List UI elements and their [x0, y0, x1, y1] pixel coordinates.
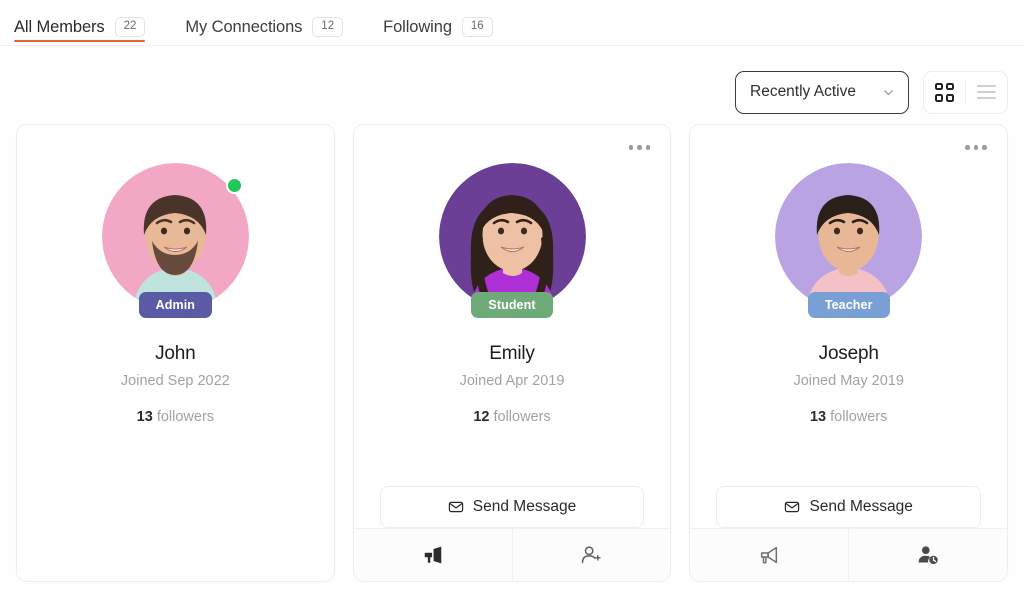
send-message-button[interactable]: Send Message: [379, 486, 645, 528]
followers-count: 13: [136, 409, 153, 426]
card-more-options-button[interactable]: [625, 141, 655, 154]
list-view-icon: [977, 85, 996, 99]
member-name[interactable]: Emily: [489, 343, 535, 365]
members-tab-bar: All Members 22 My Connections 12 Following 16: [0, 0, 1024, 46]
members-toolbar: Recently Active: [0, 46, 1024, 118]
sort-order-value: Recently Active: [750, 83, 856, 100]
member-card-grid: Admin John Joined Sep 2022 13 followers Stud…: [0, 124, 1024, 582]
chevron-down-icon: [883, 87, 894, 98]
send-message-label: Send Message: [809, 498, 913, 515]
role-badge: Teacher: [807, 292, 890, 319]
member-card-body: Student Emily Joined Apr 2019 12 followers: [354, 125, 671, 462]
person-pending-icon: [917, 544, 939, 566]
member-joined-date: Joined May 2019: [793, 373, 904, 390]
more-dot: [965, 145, 970, 150]
member-card: Admin John Joined Sep 2022 13 followers: [16, 124, 335, 582]
send-message-label: Send Message: [472, 498, 577, 515]
tab-label: Following: [383, 17, 452, 36]
members-directory-page: All Members 22 My Connections 12 Following 16…: [0, 0, 1024, 605]
card-more-options-button[interactable]: [961, 141, 991, 154]
sort-order-select[interactable]: Recently Active: [735, 70, 909, 114]
followers-count: 12: [473, 409, 490, 426]
more-dot: [973, 145, 979, 150]
view-mode-toggle: [923, 70, 1008, 114]
member-followers: 13 followers: [137, 409, 214, 425]
tab-count-badge: 22: [114, 17, 146, 37]
avatar-wrapper: [101, 163, 249, 310]
member-card: Student Emily Joined Apr 2019 12 followers S…: [352, 124, 672, 582]
avatar[interactable]: [438, 163, 586, 310]
more-dot: [637, 145, 642, 150]
followers-count: 13: [809, 409, 827, 426]
megaphone-solid-icon: [422, 544, 444, 566]
member-name[interactable]: Joseph: [819, 343, 879, 365]
more-dot: [645, 145, 651, 150]
member-card-footer: [690, 528, 1008, 581]
role-badge: Student: [471, 292, 553, 319]
member-card-body: Teacher Joseph Joined May 2019 13 followers: [690, 125, 1007, 462]
avatar-wrapper: [775, 163, 923, 310]
send-message-button[interactable]: Send Message: [716, 486, 982, 528]
followers-label: followers: [493, 409, 551, 426]
followers-label: followers: [830, 409, 888, 426]
member-card-footer: [353, 528, 671, 581]
tab-label: All Members: [14, 17, 105, 36]
follow-action-button[interactable]: [690, 529, 848, 581]
avatar[interactable]: [775, 163, 923, 310]
online-status-indicator: [225, 177, 243, 194]
connect-action-button[interactable]: [513, 529, 671, 581]
more-dot: [982, 145, 988, 150]
follow-action-button[interactable]: [354, 529, 512, 581]
tab-count-badge: 12: [312, 17, 344, 37]
envelope-icon: [448, 499, 464, 515]
tab-label: My Connections: [185, 17, 303, 36]
envelope-icon: [784, 499, 800, 515]
member-joined-date: Joined Sep 2022: [120, 373, 230, 390]
more-dot: [628, 145, 634, 150]
member-followers: 13 followers: [810, 409, 887, 425]
member-card-body: Admin John Joined Sep 2022 13 followers: [17, 125, 334, 581]
tab-following[interactable]: Following 16: [383, 0, 511, 45]
list-view-button[interactable]: [966, 71, 1007, 113]
member-name[interactable]: John: [155, 343, 196, 365]
tab-my-connections[interactable]: My Connections 12: [185, 0, 361, 45]
member-followers: 12 followers: [473, 409, 550, 425]
megaphone-outline-icon: [758, 544, 780, 566]
add-person-icon: [580, 544, 602, 566]
member-joined-date: Joined Apr 2019: [459, 373, 565, 390]
grid-view-icon: [935, 82, 954, 102]
active-tab-underline: [14, 39, 146, 42]
grid-view-button[interactable]: [924, 71, 965, 113]
connect-action-button[interactable]: [849, 529, 1007, 581]
tab-all-members[interactable]: All Members 22: [14, 0, 163, 45]
avatar-wrapper: [438, 163, 586, 310]
role-badge: Admin: [138, 292, 213, 319]
member-card: Teacher Joseph Joined May 2019 13 followers…: [689, 124, 1009, 582]
followers-label: followers: [156, 409, 215, 426]
tab-count-badge: 16: [461, 17, 493, 37]
